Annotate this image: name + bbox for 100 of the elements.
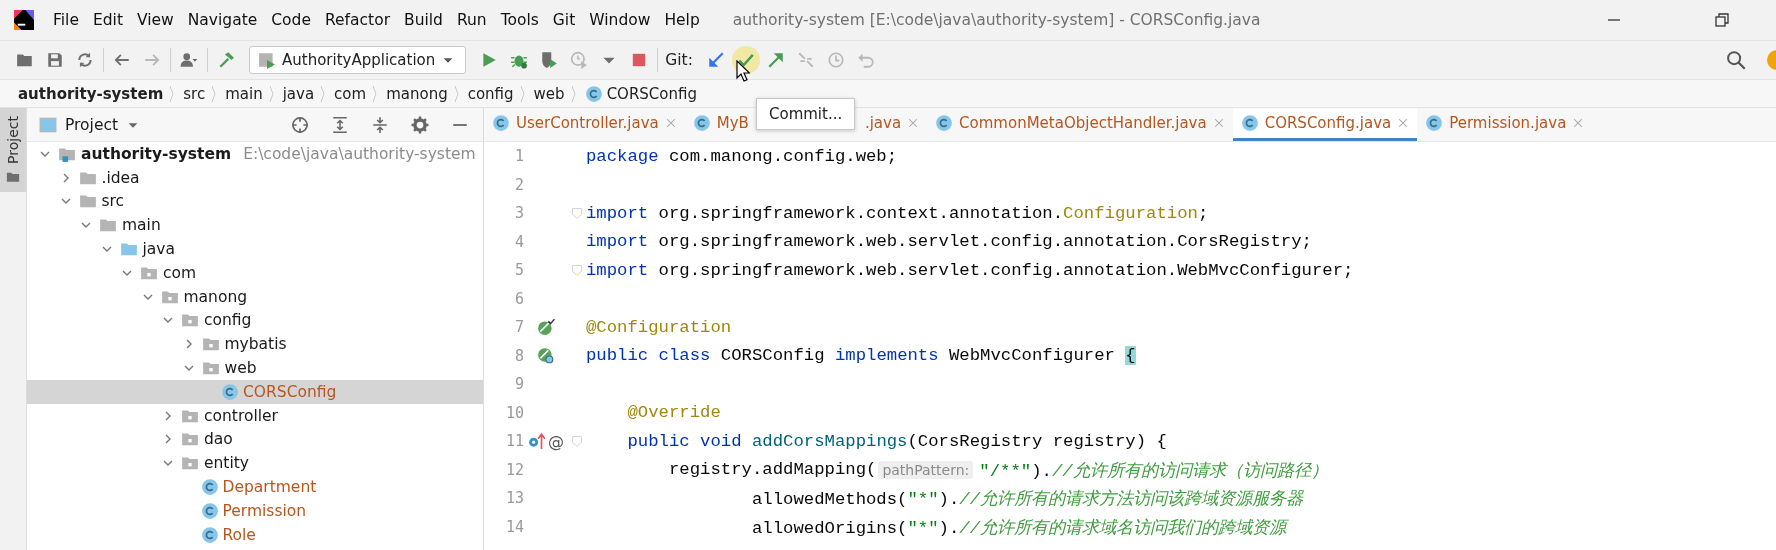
tree-item-label: java — [142, 240, 175, 259]
breadcrumb-item[interactable]: config — [467, 84, 514, 103]
editor-tab[interactable]: CommonMetaObjectHandler.java — [927, 108, 1233, 141]
expand-all-icon[interactable] — [331, 115, 349, 134]
tree-item-label: dao — [204, 430, 233, 449]
tree-row[interactable]: Role — [27, 522, 483, 547]
line-number: 11 — [504, 432, 524, 451]
tree-row[interactable]: src — [27, 189, 483, 214]
code-line: import org.springframework.web.servlet.config.annotation.CorsRegistry; — [586, 232, 1312, 252]
shield-run-icon — [540, 51, 559, 69]
save-icon — [46, 51, 64, 69]
bean-search-icon[interactable] — [537, 346, 555, 365]
menu-item[interactable]: Run — [449, 11, 494, 29]
tree-row[interactable]: config — [27, 308, 483, 333]
line-number: 1 — [513, 147, 524, 166]
locate-icon[interactable] — [291, 115, 309, 134]
fold-marker-icon[interactable] — [571, 206, 583, 221]
tree-item-label: .idea — [101, 168, 140, 187]
code-line: allowedMethods("*").//允许所有的请求方法访问该跨域资源服务器 — [750, 488, 1304, 511]
breadcrumb-item[interactable]: java — [282, 84, 315, 103]
editor-tab[interactable]: Permission.java — [1417, 108, 1593, 141]
code-line: import org.springframework.web.servlet.config.annotation.WebMvcConfigurer; — [586, 260, 1354, 280]
tree-item-label: Permission — [222, 501, 307, 520]
tree-item-label: CORSConfig — [243, 382, 337, 401]
tree-row[interactable]: Department — [27, 475, 483, 499]
gutter-mark[interactable]: @ — [548, 431, 564, 451]
fold-marker-icon[interactable] — [571, 434, 583, 449]
project-tool-tab[interactable]: Project — [0, 108, 26, 192]
undo-arrow-icon — [856, 51, 875, 69]
menu-item[interactable]: Navigate — [180, 11, 265, 29]
collapse-all-icon[interactable] — [371, 115, 389, 134]
menu-item[interactable]: View — [129, 11, 181, 29]
class-icon — [221, 382, 239, 401]
panel-title[interactable]: Project — [65, 115, 119, 134]
merge-arrows-icon — [796, 51, 815, 69]
breadcrumb-item[interactable]: authority-system — [18, 84, 164, 103]
breadcrumb-item[interactable]: com — [334, 84, 367, 103]
breadcrumb-item[interactable]: web — [533, 84, 565, 103]
code-line: import org.springframework.context.annotation.Configuration; — [586, 203, 1209, 223]
menu-item[interactable]: Refactor — [318, 11, 397, 29]
code-line: @Override — [626, 403, 721, 423]
module-path: E:\code\java\authority-system — [243, 144, 476, 163]
menu-item[interactable]: Git — [545, 11, 583, 29]
menu-item[interactable]: Build — [397, 11, 450, 29]
sync-icon — [76, 51, 94, 69]
class-icon — [692, 114, 711, 132]
tree-row[interactable]: .idea — [27, 165, 483, 190]
close-icon[interactable] — [1397, 117, 1410, 129]
user-icon — [180, 51, 198, 69]
tree-row[interactable]: web — [27, 356, 483, 380]
hammer-icon — [217, 51, 235, 69]
tree-row[interactable]: com — [27, 261, 483, 285]
bean-check-icon[interactable] — [537, 318, 555, 337]
run-configuration-dropdown[interactable]: AuthorityApplication — [249, 46, 467, 74]
tree-row[interactable]: main — [27, 213, 483, 238]
tree-item-label: controller — [204, 406, 278, 425]
menu-item[interactable]: File — [46, 11, 86, 29]
tree-item-label: manong — [183, 287, 248, 306]
window-title: authority-system [E:\code\java\authority-system] - CORSConfig.java — [732, 11, 1262, 29]
menu-item[interactable]: Code — [264, 11, 318, 29]
menu-item[interactable]: Window — [582, 11, 658, 29]
class-icon — [935, 114, 954, 132]
tree-row[interactable]: authority-system E:\code\java\authority-system — [27, 142, 483, 166]
class-icon — [1240, 114, 1259, 132]
tree-row[interactable]: Permission — [27, 498, 483, 523]
tree-row[interactable]: mybatis — [27, 332, 483, 357]
line-number: 7 — [513, 318, 524, 337]
tree-row[interactable]: dao — [27, 427, 483, 452]
tree-row[interactable]: controller — [27, 403, 483, 428]
tree-row[interactable]: entity — [27, 451, 483, 476]
override-icon[interactable] — [528, 432, 546, 451]
restore-icon[interactable] — [1714, 12, 1730, 28]
class-icon — [492, 114, 510, 132]
editor-tab[interactable]: UserController.java — [484, 108, 685, 141]
menu-item[interactable]: Tools — [493, 11, 546, 29]
code-text: "/**").//允许所有的访问请求（访问路径） — [979, 460, 1328, 482]
menu-item[interactable]: Edit — [85, 11, 130, 29]
tree-item-label: main — [122, 216, 161, 235]
settings-icon[interactable] — [411, 115, 429, 134]
breadcrumb-item[interactable]: CORSConfig — [606, 84, 697, 103]
breadcrumb-item[interactable]: manong — [386, 84, 448, 103]
class-icon — [200, 501, 219, 520]
editor-tab[interactable]: CORSConfig.java — [1232, 108, 1418, 141]
down-left-arrow-icon — [706, 51, 725, 69]
tree-item-label: Role — [222, 525, 256, 544]
breadcrumb-item[interactable]: main — [225, 84, 263, 103]
tree-item-label: entity — [204, 454, 249, 473]
fold-marker-icon[interactable] — [571, 263, 583, 278]
menu-item[interactable]: Help — [657, 11, 707, 29]
search-icon[interactable] — [1726, 50, 1746, 70]
code-line: public void addCorsMappings(CorsRegistry registry) { — [626, 431, 1167, 451]
app-logo-icon[interactable] — [14, 10, 34, 30]
tree-row[interactable]: java — [27, 237, 483, 261]
tree-row[interactable]: manong — [27, 284, 483, 309]
breadcrumb-item[interactable]: src — [183, 84, 206, 103]
history-clock-icon — [826, 51, 845, 69]
code-line: @Configuration — [586, 317, 732, 337]
project-view-icon — [39, 115, 57, 134]
class-icon — [200, 525, 219, 544]
line-number: 14 — [504, 517, 524, 536]
